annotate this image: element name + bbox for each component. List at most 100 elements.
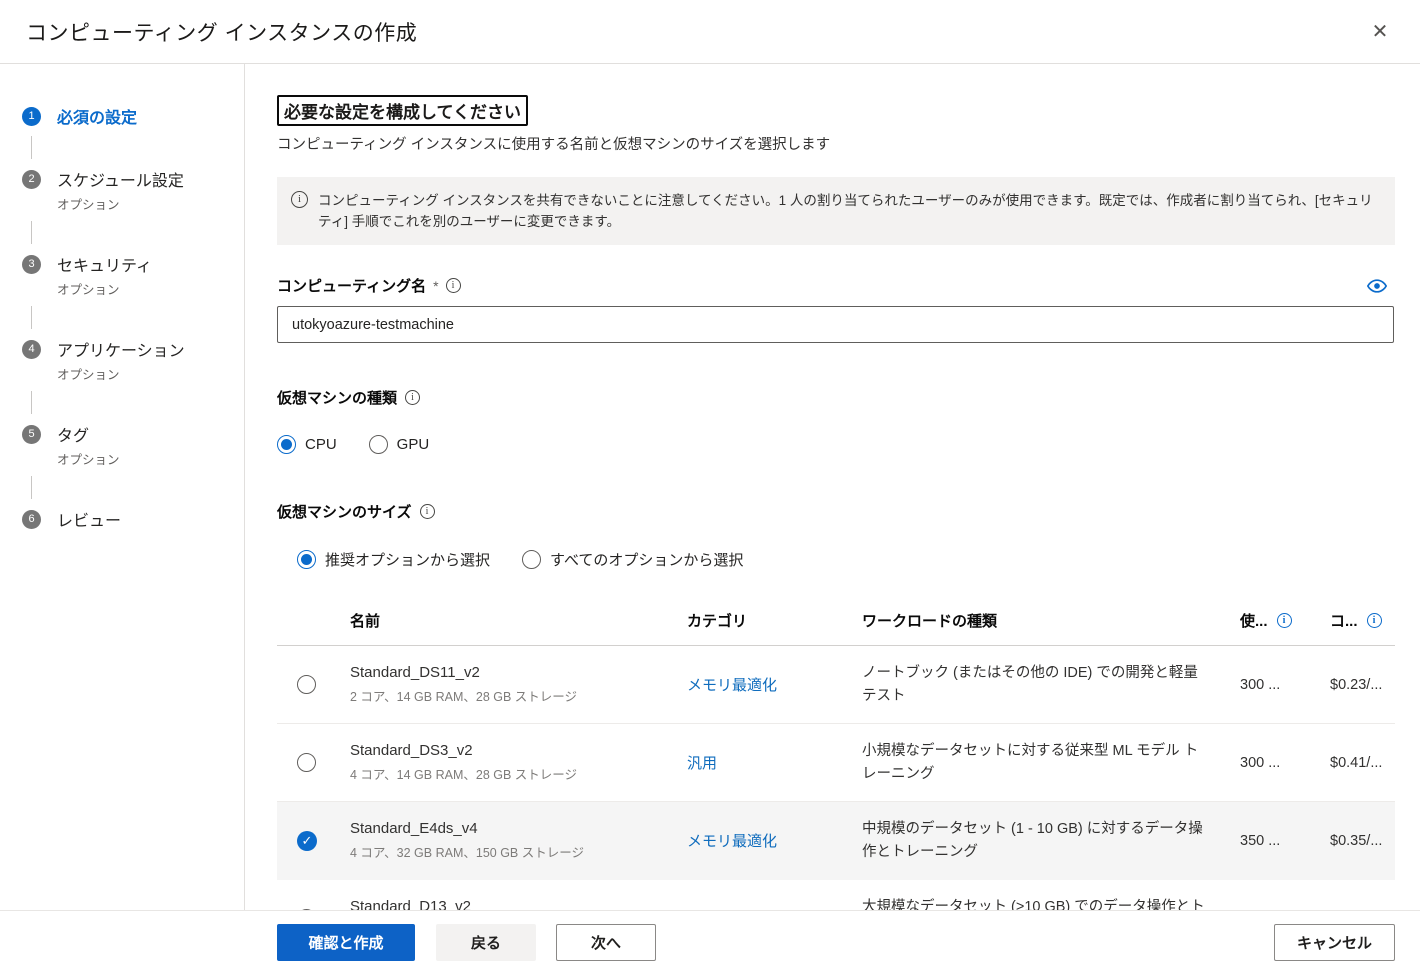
vm-size-radio-group: 推奨オプションから選択 すべてのオプションから選択 xyxy=(297,549,1395,570)
wizard-step[interactable]: 1 必須の設定 xyxy=(22,104,244,159)
vm-type-gpu-radio[interactable]: GPU xyxy=(369,435,430,454)
step-number-badge: 3 xyxy=(22,255,41,274)
step-sublabel: オプション xyxy=(57,279,244,298)
close-icon[interactable]: ✕ xyxy=(1364,16,1396,48)
vm-workload: 大規模なデータセット (>10 GB) でのデータ操作とトレーニング xyxy=(862,896,1240,911)
vm-name: Standard_E4ds_v4 xyxy=(350,820,687,837)
create-compute-instance-dialog: コンピューティング インスタンスの作成 ✕ 1 必須の設定 2 スケジュール設定… xyxy=(0,0,1420,973)
column-header-cost: コ... i xyxy=(1330,610,1395,631)
wizard-step[interactable]: 5 タグ オプション xyxy=(22,422,244,499)
dialog-title: コンピューティング インスタンスの作成 xyxy=(26,17,417,47)
compute-name-input[interactable] xyxy=(277,306,1394,343)
radio-unselected-icon xyxy=(522,550,541,569)
vm-type-label-row: 仮想マシンの種類 i xyxy=(277,387,1395,408)
dialog-footer: 確認と作成 戻る 次へ キャンセル xyxy=(0,910,1420,973)
radio-selected-icon xyxy=(297,550,316,569)
step-label: レビュー xyxy=(57,507,121,531)
radio-label: すべてのオプションから選択 xyxy=(550,549,743,570)
row-radio-unselected-icon[interactable] xyxy=(297,675,316,694)
back-button[interactable]: 戻る xyxy=(436,924,536,961)
step-number-badge: 6 xyxy=(22,510,41,529)
wizard-step[interactable]: 2 スケジュール設定 オプション xyxy=(22,167,244,244)
info-icon[interactable]: i xyxy=(1277,613,1292,628)
wizard-step[interactable]: 4 アプリケーション オプション xyxy=(22,337,244,414)
table-row[interactable]: ✓ Standard_E4ds_v4 4 コア、32 GB RAM、150 GB… xyxy=(277,802,1395,880)
table-body: Standard_DS11_v2 2 コア、14 GB RAM、28 GB スト… xyxy=(277,646,1395,910)
vm-cost: $0.23/... xyxy=(1330,677,1395,693)
vm-workload: 小規模なデータセットに対する従来型 ML モデル トレーニング xyxy=(862,740,1240,786)
cancel-button[interactable]: キャンセル xyxy=(1274,924,1395,961)
vm-category-link[interactable]: メモリ最適化 xyxy=(687,674,862,695)
radio-label: 推奨オプションから選択 xyxy=(325,549,490,570)
table-row[interactable]: Standard_DS11_v2 2 コア、14 GB RAM、28 GB スト… xyxy=(277,646,1395,724)
compute-name-label-row: コンピューティング名 * i xyxy=(277,275,1395,296)
main-content: 必要な設定を構成してください コンピューティング インスタンスに使用する名前と仮… xyxy=(245,64,1420,910)
radio-label: CPU xyxy=(305,436,337,453)
step-label: セキュリティ xyxy=(57,252,152,276)
vm-specs: 4 コア、32 GB RAM、150 GB ストレージ xyxy=(350,842,687,861)
step-number-badge: 5 xyxy=(22,425,41,444)
info-icon[interactable]: i xyxy=(420,504,435,519)
info-icon[interactable]: i xyxy=(405,390,420,405)
step-label: スケジュール設定 xyxy=(57,167,184,191)
step-number-badge: 2 xyxy=(22,170,41,189)
info-icon: i xyxy=(291,191,308,208)
vm-cost: $0.35/... xyxy=(1330,833,1395,849)
table-row[interactable]: Standard_D13_v2 8 コア、56 GB RAM、400 GB スト… xyxy=(277,880,1395,910)
vm-type-label: 仮想マシンの種類 xyxy=(277,387,397,408)
vm-workload: 中規模のデータセット (1 - 10 GB) に対するデータ操作とトレーニング xyxy=(862,818,1240,864)
page-title: 必要な設定を構成してください xyxy=(277,95,528,126)
step-connector xyxy=(31,476,32,499)
column-header-workload: ワークロードの種類 xyxy=(862,610,1240,631)
wizard-sidebar: 1 必須の設定 2 スケジュール設定 オプション 3 セキュリティ オプション … xyxy=(0,64,245,910)
vm-size-recommended-radio[interactable]: 推奨オプションから選択 xyxy=(297,549,490,570)
step-label: 必須の設定 xyxy=(57,104,137,128)
vm-cost: $0.41/... xyxy=(1330,755,1395,771)
vm-specs: 2 コア、14 GB RAM、28 GB ストレージ xyxy=(350,686,687,705)
vm-size-label-row: 仮想マシンのサイズ i xyxy=(277,501,1395,522)
step-number-badge: 4 xyxy=(22,340,41,359)
create-and-review-button[interactable]: 確認と作成 xyxy=(277,924,415,961)
vm-workload: ノートブック (またはその他の IDE) での開発と軽量テスト xyxy=(862,662,1240,708)
next-button[interactable]: 次へ xyxy=(556,924,656,961)
vm-category-link[interactable]: メモリ最適化 xyxy=(687,830,862,851)
vm-size-all-options-radio[interactable]: すべてのオプションから選択 xyxy=(522,549,743,570)
vm-type-cpu-radio[interactable]: CPU xyxy=(277,435,337,454)
vm-category-link[interactable]: 汎用 xyxy=(687,752,862,773)
info-banner-text: コンピューティング インスタンスを共有できないことに注意してください。1 人の割… xyxy=(318,190,1379,232)
required-asterisk: * xyxy=(433,278,438,294)
table-row[interactable]: Standard_DS3_v2 4 コア、14 GB RAM、28 GB ストレ… xyxy=(277,724,1395,802)
step-sublabel: オプション xyxy=(57,449,244,468)
vm-name: Standard_DS11_v2 xyxy=(350,664,687,681)
page-subtitle: コンピューティング インスタンスに使用する名前と仮想マシンのサイズを選択します xyxy=(277,133,1395,154)
radio-label: GPU xyxy=(397,436,430,453)
info-icon[interactable]: i xyxy=(446,278,461,293)
vm-quota: 350 ... xyxy=(1240,833,1330,849)
step-connector xyxy=(31,391,32,414)
vm-name: Standard_DS3_v2 xyxy=(350,742,687,759)
dialog-header: コンピューティング インスタンスの作成 ✕ xyxy=(0,0,1420,64)
step-sublabel: オプション xyxy=(57,364,244,383)
vm-specs: 4 コア、14 GB RAM、28 GB ストレージ xyxy=(350,764,687,783)
step-sublabel: オプション xyxy=(57,194,244,213)
eye-icon[interactable] xyxy=(1367,279,1387,293)
step-number-badge: 1 xyxy=(22,107,41,126)
step-connector xyxy=(31,136,32,159)
row-radio-unselected-icon[interactable] xyxy=(297,753,316,772)
dialog-body: 1 必須の設定 2 スケジュール設定 オプション 3 セキュリティ オプション … xyxy=(0,64,1420,910)
row-radio-selected-check-icon[interactable]: ✓ xyxy=(297,831,317,851)
vm-type-radio-group: CPU GPU xyxy=(277,435,1395,454)
wizard-steps: 1 必須の設定 2 スケジュール設定 オプション 3 セキュリティ オプション … xyxy=(22,104,244,531)
wizard-step[interactable]: 6 レビュー xyxy=(22,507,244,531)
info-icon[interactable]: i xyxy=(1367,613,1382,628)
vm-size-table: 名前 カテゴリ ワークロードの種類 使... i コ... i xyxy=(277,610,1395,910)
wizard-step[interactable]: 3 セキュリティ オプション xyxy=(22,252,244,329)
step-connector xyxy=(31,221,32,244)
compute-name-label: コンピューティング名 xyxy=(277,275,426,296)
step-label: タグ xyxy=(57,422,89,446)
column-header-quota: 使... i xyxy=(1240,610,1330,631)
column-header-name: 名前 xyxy=(350,610,687,631)
column-header-category: カテゴリ xyxy=(687,610,862,631)
vm-quota: 300 ... xyxy=(1240,755,1330,771)
radio-unselected-icon xyxy=(369,435,388,454)
